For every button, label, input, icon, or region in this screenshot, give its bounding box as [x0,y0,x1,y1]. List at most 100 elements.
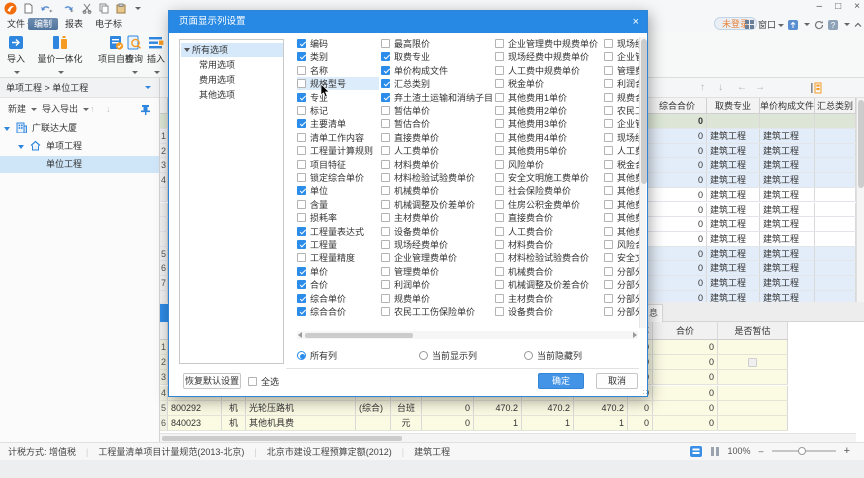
zoom-in-button[interactable]: + [844,445,850,457]
dialog-checkbox-item[interactable]: 材料检验试验费单价 [381,171,475,184]
checkbox-icon[interactable] [381,66,390,75]
menu-tab-bianzhi[interactable]: 编制 [28,18,58,30]
checkbox-icon[interactable] [381,186,390,195]
dialog-checkbox-item[interactable]: 单价 [297,265,328,278]
checkbox-icon[interactable] [297,253,306,262]
dialog-checkbox-item[interactable]: 农民工 [604,104,639,117]
tree-item-project[interactable]: 广联达大厦 [0,120,159,137]
copy-icon[interactable] [99,3,109,14]
help-icon[interactable]: ? [828,20,838,30]
checkbox-icon[interactable] [604,307,613,316]
dialog-checkbox-item[interactable]: 综合合价 [297,305,346,318]
checkbox-icon[interactable] [381,146,390,155]
dialog-checkbox-item[interactable]: 主要清单 [297,117,346,130]
down-arrow-icon[interactable]: ↓ [718,82,723,93]
header-cell[interactable]: 取费专业 [707,98,760,113]
checkbox-icon[interactable] [297,307,306,316]
dialog-checkbox-item[interactable]: 企业管理费中规费单价 [495,37,598,50]
grid-icon[interactable] [745,20,754,29]
checkbox-icon[interactable] [297,227,306,236]
dialog-checkbox-item[interactable]: 主材费单价 [381,211,439,224]
checkbox-icon[interactable] [381,79,390,88]
dialog-checkbox-item[interactable]: 利润单价 [381,278,430,291]
dialog-checkbox-item[interactable]: 企业管 [604,50,639,63]
header-cell[interactable] [160,98,168,113]
dialog-checkbox-item[interactable]: 其他费 [604,184,639,197]
dialog-checkbox-item[interactable]: 利润合 [604,77,639,90]
checkbox-icon[interactable] [381,267,390,276]
checkbox-icon[interactable] [381,307,390,316]
checkbox-icon[interactable] [381,213,390,222]
checkbox-icon[interactable] [495,253,504,262]
dialog-tree-item[interactable]: 所有选项 [181,43,283,57]
zoom-out-button[interactable]: – [759,446,764,456]
import-export-button[interactable]: 导入导出 [42,98,89,120]
close-button[interactable]: × [854,1,860,12]
checkbox-icon[interactable] [495,66,504,75]
move-up-icon[interactable]: ↑ [90,98,95,120]
customize-caret-icon[interactable] [135,7,141,10]
cut-icon[interactable] [82,3,92,14]
dialog-checkbox-item[interactable]: 人工费中规费单价 [495,64,580,77]
resize-grip[interactable] [643,393,644,394]
column-filter-icon[interactable] [810,82,822,94]
checkbox-icon[interactable] [604,186,613,195]
checkbox-icon[interactable] [297,240,306,249]
dialog-checkbox-item[interactable]: 社会保险费单价 [495,184,571,197]
checkbox-icon[interactable] [495,227,504,236]
dialog-checkbox-item[interactable]: 其他费用4单价 [495,131,567,144]
checkbox-icon[interactable] [297,186,306,195]
checkbox-icon[interactable] [604,79,613,88]
checkbox-icon[interactable] [297,133,306,142]
dialog-checkbox-item[interactable]: 汇总类别 [381,77,430,90]
detail-table-row[interactable]: 5800292机光轮压路机(综合)台班0470.2470.2470.200 [160,401,788,416]
checkbox-icon[interactable] [297,267,306,276]
new-file-icon[interactable] [24,3,33,14]
dialog-checkbox-item[interactable]: 分部分 [604,305,639,318]
header-cell[interactable]: 汇总类别 [815,98,856,113]
dialog-checkbox-item[interactable]: 安全文 [604,251,639,264]
checkbox-icon[interactable] [381,240,390,249]
maximize-button[interactable]: □ [835,1,841,12]
checkbox-icon[interactable] [495,93,504,102]
dialog-checkbox-item[interactable]: 其他费用1单价 [495,91,567,104]
dialog-checkbox-item[interactable]: 其他费 [604,198,639,211]
dialog-checkbox-item[interactable]: 锁定综合单价 [297,171,364,184]
dialog-checkbox-item[interactable]: 含量 [297,198,328,211]
new-button[interactable]: 新建 [8,98,37,120]
checkbox-icon[interactable] [297,119,306,128]
dialog-checkbox-item[interactable]: 税金合 [604,158,639,171]
dialog-checkbox-item[interactable]: 人工费 [604,144,639,157]
dialog-checkbox-item[interactable]: 其他费 [604,225,639,238]
scroll-left-icon[interactable] [298,332,302,338]
dialog-checkbox-item[interactable]: 管理费单价 [381,265,439,278]
dialog-checkbox-item[interactable]: 取费专业 [381,50,430,63]
dialog-checkbox-item[interactable]: 直接费合价 [495,211,553,224]
checkbox-icon[interactable] [381,106,390,115]
dialog-checkbox-item[interactable]: 风险合 [604,238,639,251]
ribbon-price-integration-button[interactable]: 量价一体化 [32,35,88,77]
dialog-checkbox-item[interactable]: 单价构成文件 [381,64,448,77]
checkbox-icon[interactable] [381,93,390,102]
dialog-checkbox-item[interactable]: 农民工工伤保险单价 [381,305,475,318]
left-arrow-icon[interactable]: ← [737,82,747,93]
paste-icon[interactable] [116,3,126,14]
checkbox-icon[interactable] [297,39,306,48]
dialog-checkbox-item[interactable]: 材料费合价 [495,238,553,251]
checkbox-icon[interactable] [297,200,306,209]
checkbox-icon[interactable] [495,106,504,115]
dialog-checkbox-item[interactable]: 现场经 [604,37,639,50]
breadcrumb[interactable]: 单项工程 > 单位工程 [0,78,159,98]
checkbox-icon[interactable] [297,294,306,303]
dialog-checkbox-item[interactable]: 安全文明施工费单价 [495,171,589,184]
dialog-checkbox-item[interactable]: 损耗率 [297,211,337,224]
window-menu[interactable]: 窗口 [758,18,784,31]
dialog-tree-item[interactable]: 费用选项 [181,73,283,87]
header-cell[interactable]: 单价构成文件 [760,98,815,113]
dialog-checkbox-item[interactable]: 人工费单价 [381,144,439,157]
dialog-checkbox-item[interactable]: 现场经费单价 [381,238,448,251]
checkbox-icon[interactable] [604,52,613,61]
dialog-checkbox-item[interactable]: 其他费用2单价 [495,104,567,117]
dialog-checkbox-item[interactable]: 最高限价 [381,37,430,50]
dialog-checkbox-item[interactable]: 主材费合价 [495,292,553,305]
